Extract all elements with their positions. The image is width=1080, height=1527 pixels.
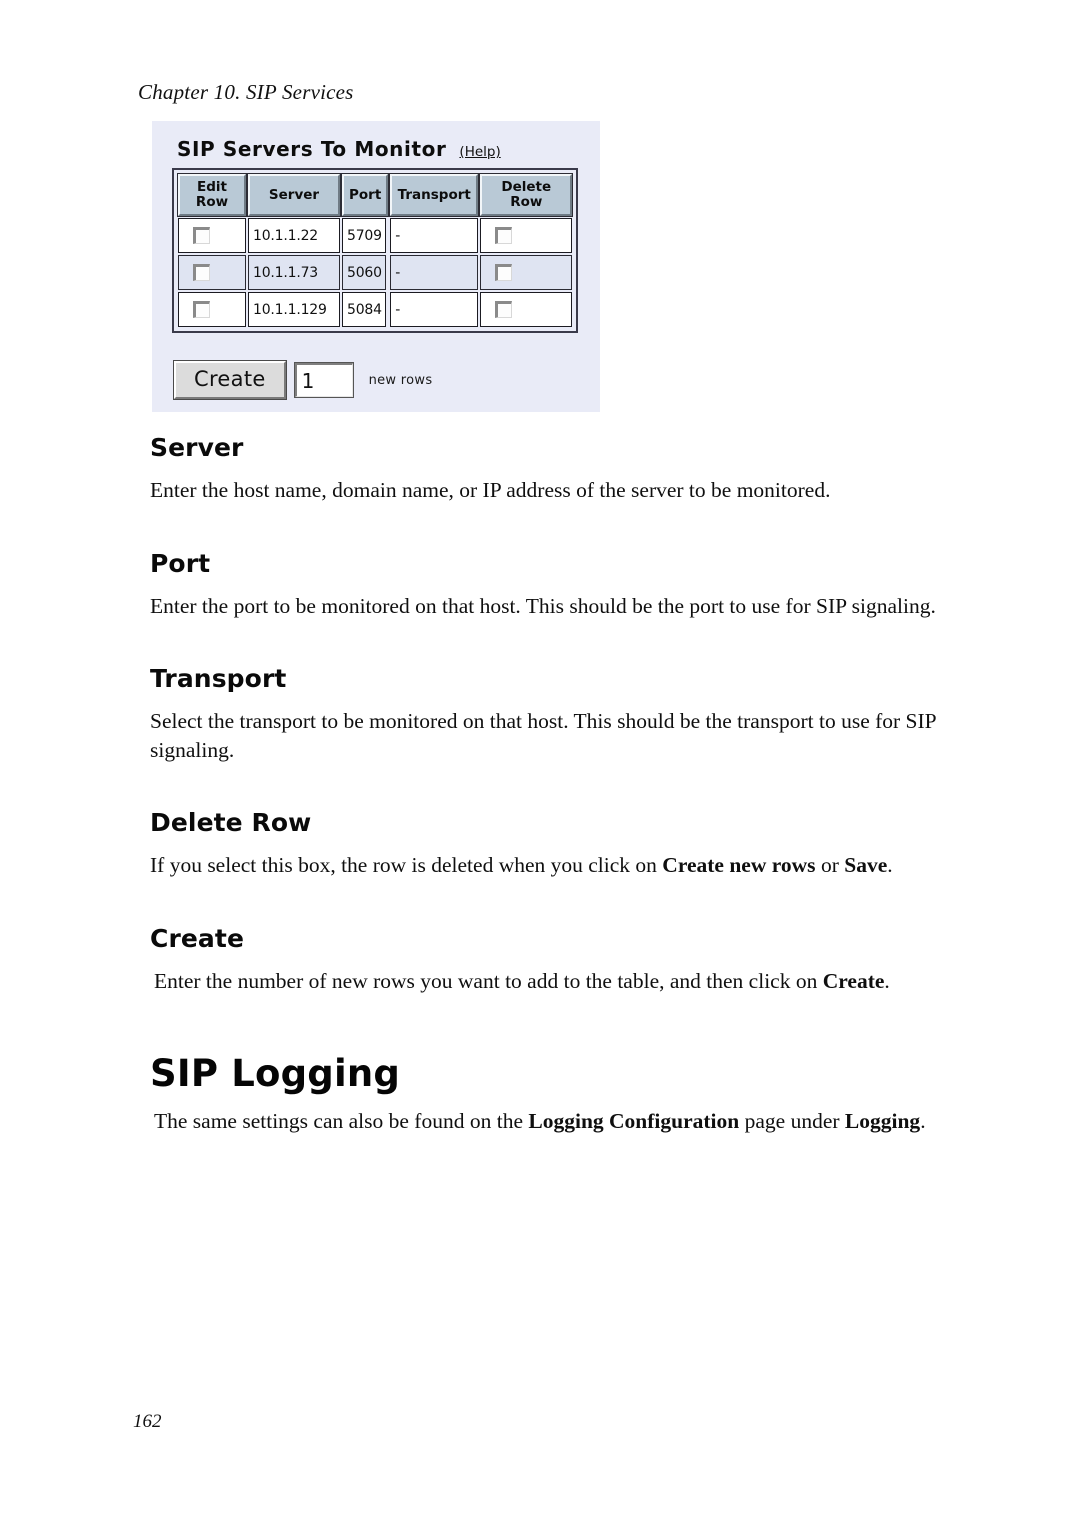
chapter-header: Chapter 10. SIP Services — [138, 80, 354, 104]
section-create: Create Enter the number of new rows you … — [150, 924, 962, 996]
cell-server: 10.1.1.73 — [248, 255, 340, 291]
new-rows-label: new rows — [368, 372, 433, 388]
server-input[interactable]: 10.1.1.73 — [248, 255, 340, 291]
section-heading-port: Port — [150, 548, 211, 578]
sip-logging-text-part3: . — [920, 1108, 926, 1133]
delete-row-cell — [480, 255, 573, 291]
column-header-delete-row-line2: Row — [510, 194, 543, 211]
cell-port: 5084 — [342, 292, 388, 328]
section-port: Port Enter the port to be monitored on t… — [150, 549, 962, 621]
create-button[interactable]: Create — [174, 361, 286, 399]
transport-input[interactable]: - — [390, 218, 479, 254]
column-header-edit-row: Edit Row — [178, 174, 246, 217]
column-header-edit-row-line1: Edit — [197, 179, 227, 195]
help-link[interactable]: (Help) — [459, 144, 500, 160]
cell-edit-row — [178, 255, 246, 291]
panel-title: SIP Servers To Monitor — [177, 137, 447, 161]
table-row: 10.1.1.73 5060 - — [178, 255, 573, 291]
section-transport: Transport Select the transport to be mon… — [150, 664, 962, 764]
section-server: Server Enter the host name, domain name,… — [150, 433, 962, 505]
panel-header: SIP Servers To Monitor (Help) — [177, 137, 501, 161]
section-heading-transport: Transport — [150, 664, 287, 694]
column-header-port: Port — [342, 174, 389, 217]
new-rows-input[interactable]: 1 — [294, 363, 353, 397]
cell-edit-row — [178, 292, 246, 328]
cell-server: 10.1.1.129 — [248, 292, 340, 328]
section-text-transport: Select the transport to be monitored on … — [150, 709, 936, 762]
cell-delete-row — [480, 255, 573, 291]
transport-input[interactable]: - — [390, 255, 479, 291]
sip-servers-panel: SIP Servers To Monitor (Help) Edit Row S… — [152, 121, 600, 412]
column-header-transport: Transport — [390, 174, 479, 217]
section-heading-server: Server — [150, 433, 244, 462]
section-text-server: Enter the host name, domain name, or IP … — [150, 478, 831, 502]
column-header-delete-row-line1: Delete — [501, 179, 552, 195]
sip-logging-text-part1: The same settings can also be found on t… — [154, 1108, 529, 1133]
table-header-row: Edit Row Server Port Transport Delete Ro… — [178, 174, 573, 217]
create-text-part1: Enter the number of new rows you want to… — [154, 968, 823, 993]
port-input[interactable]: 5709 — [342, 218, 386, 254]
create-text-part2: . — [884, 968, 890, 993]
table-row: 10.1.1.22 5709 - — [178, 218, 573, 254]
server-input[interactable]: 10.1.1.129 — [248, 292, 340, 328]
cell-port: 5709 — [342, 218, 388, 254]
cell-port: 5060 — [342, 255, 388, 291]
sip-servers-table: Edit Row Server Port Transport Delete Ro… — [176, 172, 574, 329]
cell-transport: - — [390, 292, 479, 328]
edit-row-cell — [178, 218, 246, 254]
sip-logging-bold-logging-configuration: Logging Configuration — [528, 1108, 740, 1133]
cell-delete-row — [480, 218, 573, 254]
delete-row-bold-create-new-rows: Create new rows — [662, 853, 816, 878]
section-text-create: Enter the number of new rows you want to… — [154, 967, 962, 996]
server-input[interactable]: 10.1.1.22 — [248, 218, 340, 254]
sip-logging-bold-logging: Logging — [844, 1108, 921, 1133]
edit-row-checkbox[interactable] — [193, 301, 210, 319]
section-sip-logging: SIP Logging The same settings can also b… — [150, 1052, 962, 1136]
section-heading-create: Create — [150, 923, 245, 953]
section-text-delete-row: If you select this box, the row is delet… — [150, 851, 962, 880]
delete-row-checkbox[interactable] — [495, 227, 513, 245]
section-delete-row: Delete Row If you select this box, the r… — [150, 808, 962, 880]
table-row: 10.1.1.129 5084 - — [178, 292, 573, 328]
transport-input[interactable]: - — [390, 292, 479, 328]
port-input[interactable]: 5084 — [342, 292, 386, 328]
sip-logging-text-part2: page under — [739, 1108, 845, 1133]
cell-edit-row — [178, 218, 246, 254]
column-header-server: Server — [248, 174, 340, 217]
port-input[interactable]: 5060 — [342, 255, 386, 291]
delete-row-text-part1: If you select this box, the row is delet… — [150, 853, 663, 878]
document-page: Chapter 10. SIP Services SIP Servers To … — [0, 0, 1080, 1527]
delete-row-cell — [480, 292, 573, 328]
page-number: 162 — [133, 1411, 162, 1432]
edit-row-cell — [178, 292, 246, 328]
create-bold-create: Create — [822, 968, 885, 993]
cell-delete-row — [480, 292, 573, 328]
column-header-delete-row: Delete Row — [480, 174, 573, 217]
delete-row-text-part2: or — [815, 853, 845, 878]
edit-row-cell — [178, 255, 246, 291]
edit-row-checkbox[interactable] — [193, 227, 210, 245]
delete-row-text-part3: . — [887, 853, 893, 878]
column-header-edit-row-line2: Row — [195, 194, 229, 211]
section-heading-sip-logging: SIP Logging — [150, 1051, 401, 1095]
delete-row-bold-save: Save — [844, 853, 888, 878]
sip-servers-table-wrapper: Edit Row Server Port Transport Delete Ro… — [172, 168, 579, 334]
section-text-sip-logging: The same settings can also be found on t… — [154, 1107, 962, 1136]
delete-row-checkbox[interactable] — [495, 301, 513, 319]
edit-row-checkbox[interactable] — [193, 264, 210, 282]
delete-row-cell — [480, 218, 573, 254]
section-text-port: Enter the port to be monitored on that h… — [150, 593, 936, 618]
cell-server: 10.1.1.22 — [248, 218, 340, 254]
document-content: Server Enter the host name, domain name,… — [150, 433, 962, 1135]
cell-transport: - — [390, 255, 479, 291]
section-heading-delete-row: Delete Row — [150, 808, 312, 838]
delete-row-checkbox[interactable] — [495, 264, 513, 282]
create-rows-controls: Create 1 new rows — [174, 361, 432, 399]
cell-transport: - — [390, 218, 479, 254]
